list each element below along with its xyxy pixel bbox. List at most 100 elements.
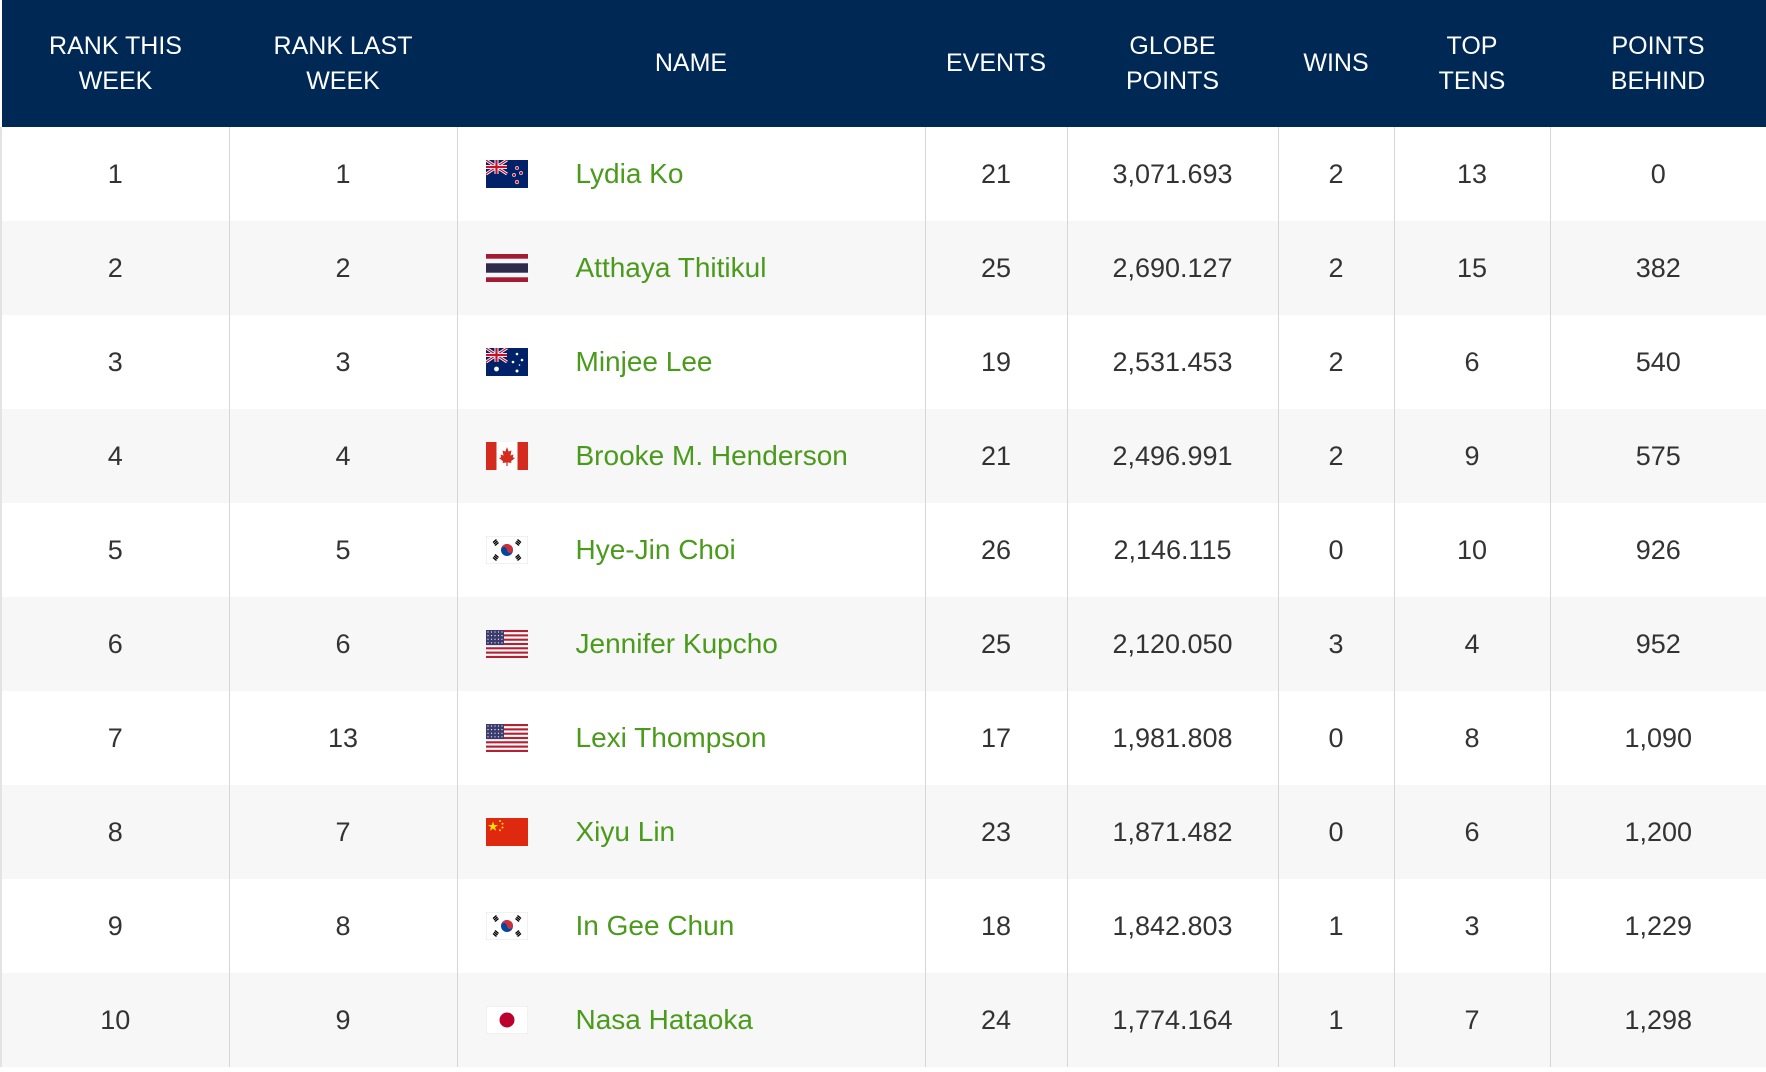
- globe-points-cell: 2,146.115: [1066, 503, 1278, 597]
- events-cell: 21: [924, 409, 1067, 503]
- rank-last-week-cell: 5: [228, 503, 457, 597]
- header-row: RANK THIS WEEK RANK LAST WEEK NAME EVENT…: [0, 0, 1766, 127]
- player-name-cell: Atthaya Thitikul: [456, 221, 925, 315]
- wins-cell: 2: [1277, 409, 1394, 503]
- events-cell: 19: [924, 315, 1067, 409]
- player-name-link[interactable]: Hye-Jin Choi: [576, 534, 736, 566]
- player-name-cell: Hye-Jin Choi: [456, 503, 925, 597]
- events-cell: 18: [924, 879, 1067, 973]
- wins-cell: 2: [1277, 221, 1394, 315]
- header-points-behind[interactable]: POINTS BEHIND: [1550, 0, 1766, 127]
- player-name-cell: In Gee Chun: [456, 879, 925, 973]
- rank-this-week-cell: 5: [0, 503, 229, 597]
- globe-points-cell: 1,871.482: [1066, 785, 1278, 879]
- flag-usa-icon: [485, 630, 528, 658]
- globe-points-cell: 2,496.991: [1066, 409, 1278, 503]
- rank-last-week-cell: 9: [228, 973, 457, 1067]
- player-name-cell: Lexi Thompson: [456, 691, 925, 785]
- events-cell: 24: [924, 973, 1067, 1067]
- points-behind-cell: 0: [1549, 127, 1766, 221]
- flag-new-zealand-icon: [484, 158, 528, 188]
- table-row: 5 5 Hye-Jin Choi 26 2,146.115 0 10 926: [0, 503, 1766, 597]
- table-row: 3 3 Minjee Lee 19 2,531.453 2 6 540: [0, 315, 1766, 409]
- rank-this-week-cell: 3: [0, 315, 229, 409]
- table-row: 9 8 In Gee Chun 18 1,842.803 1 3 1,229: [0, 879, 1766, 973]
- wins-cell: 0: [1277, 785, 1394, 879]
- player-name-link[interactable]: Brooke M. Henderson: [576, 440, 848, 472]
- top-tens-cell: 13: [1393, 127, 1550, 221]
- points-behind-cell: 540: [1549, 315, 1766, 409]
- wins-cell: 0: [1277, 691, 1394, 785]
- rank-this-week-cell: 1: [0, 127, 229, 221]
- player-name-link[interactable]: Xiyu Lin: [576, 816, 676, 848]
- table-row: 2 2 Atthaya Thitikul 25 2,690.127 2 15 382: [0, 221, 1766, 315]
- table-row: 8 7 Xiyu Lin 23 1,871.482 0 6 1,200: [0, 785, 1766, 879]
- header-top-tens[interactable]: TOP TENS: [1394, 0, 1550, 127]
- header-name[interactable]: NAME: [457, 0, 925, 127]
- header-events[interactable]: EVENTS: [925, 0, 1067, 127]
- flag-south-korea-icon: [485, 911, 528, 941]
- player-name-cell: Minjee Lee: [456, 315, 925, 409]
- header-rank-last-week[interactable]: RANK LAST WEEK: [229, 0, 457, 127]
- events-cell: 26: [924, 503, 1067, 597]
- top-tens-cell: 3: [1393, 879, 1550, 973]
- player-name-cell: Jennifer Kupcho: [456, 597, 925, 691]
- player-name-cell: Xiyu Lin: [456, 785, 925, 879]
- player-name-link[interactable]: Nasa Hataoka: [576, 1004, 753, 1036]
- globe-points-cell: 2,690.127: [1066, 221, 1278, 315]
- top-tens-cell: 9: [1393, 409, 1550, 503]
- table-row: 10 9 Nasa Hataoka 24 1,774.164 1 7 1,298: [0, 973, 1766, 1067]
- rank-last-week-cell: 4: [228, 409, 457, 503]
- table-row: 4 4 Brooke M. Henderson 21 2,496.991 2 9 575: [0, 409, 1766, 503]
- flag-australia-icon: [484, 346, 528, 376]
- table-row: 7 13 Lexi Thompson 17 1,981.808 0 8 1,090: [0, 691, 1766, 785]
- player-name-link[interactable]: In Gee Chun: [576, 910, 735, 942]
- header-globe-points[interactable]: GLOBE POINTS: [1067, 0, 1278, 127]
- flag-china-icon: [485, 818, 528, 846]
- points-behind-cell: 1,298: [1549, 973, 1766, 1067]
- player-name-link[interactable]: Jennifer Kupcho: [576, 628, 778, 660]
- player-name-link[interactable]: Lexi Thompson: [576, 722, 767, 754]
- rank-this-week-cell: 9: [0, 879, 229, 973]
- standings-page: RANK THIS WEEK RANK LAST WEEK NAME EVENT…: [0, 0, 1766, 1072]
- player-name-cell: Lydia Ko: [456, 127, 925, 221]
- player-name-cell: Nasa Hataoka: [456, 973, 925, 1067]
- top-tens-cell: 8: [1393, 691, 1550, 785]
- globe-points-cell: 1,842.803: [1066, 879, 1278, 973]
- rank-last-week-cell: 13: [228, 691, 457, 785]
- wins-cell: 2: [1277, 315, 1394, 409]
- wins-cell: 0: [1277, 503, 1394, 597]
- top-tens-cell: 6: [1393, 315, 1550, 409]
- wins-cell: 1: [1277, 973, 1394, 1067]
- table-body: 1 1 Lydia Ko 21 3,071.693 2 13 0 2 2 Atthaya Thiti…: [0, 127, 1766, 1067]
- rank-this-week-cell: 7: [0, 691, 229, 785]
- events-cell: 25: [924, 221, 1067, 315]
- rank-this-week-cell: 6: [0, 597, 229, 691]
- rank-this-week-cell: 2: [0, 221, 229, 315]
- wins-cell: 3: [1277, 597, 1394, 691]
- rank-last-week-cell: 1: [228, 127, 457, 221]
- globe-points-cell: 2,531.453: [1066, 315, 1278, 409]
- points-behind-cell: 575: [1549, 409, 1766, 503]
- wins-cell: 1: [1277, 879, 1394, 973]
- globe-points-cell: 1,774.164: [1066, 973, 1278, 1067]
- header-rank-this-week[interactable]: RANK THIS WEEK: [0, 0, 229, 127]
- points-behind-cell: 1,229: [1549, 879, 1766, 973]
- events-cell: 21: [924, 127, 1067, 221]
- table-row: 1 1 Lydia Ko 21 3,071.693 2 13 0: [0, 127, 1766, 221]
- top-tens-cell: 10: [1393, 503, 1550, 597]
- header-wins[interactable]: WINS: [1278, 0, 1394, 127]
- top-tens-cell: 7: [1393, 973, 1550, 1067]
- events-cell: 17: [924, 691, 1067, 785]
- points-behind-cell: 926: [1549, 503, 1766, 597]
- globe-points-cell: 1,981.808: [1066, 691, 1278, 785]
- flag-south-korea-icon: [485, 535, 528, 565]
- flag-usa-icon: [485, 724, 528, 752]
- player-name-link[interactable]: Minjee Lee: [576, 346, 713, 378]
- player-name-link[interactable]: Atthaya Thitikul: [576, 252, 767, 284]
- wins-cell: 2: [1277, 127, 1394, 221]
- points-behind-cell: 1,090: [1549, 691, 1766, 785]
- rank-this-week-cell: 10: [0, 973, 229, 1067]
- player-name-link[interactable]: Lydia Ko: [576, 158, 684, 190]
- table-row: 6 6 Jennifer Kupcho 25 2,120.050 3 4 952: [0, 597, 1766, 691]
